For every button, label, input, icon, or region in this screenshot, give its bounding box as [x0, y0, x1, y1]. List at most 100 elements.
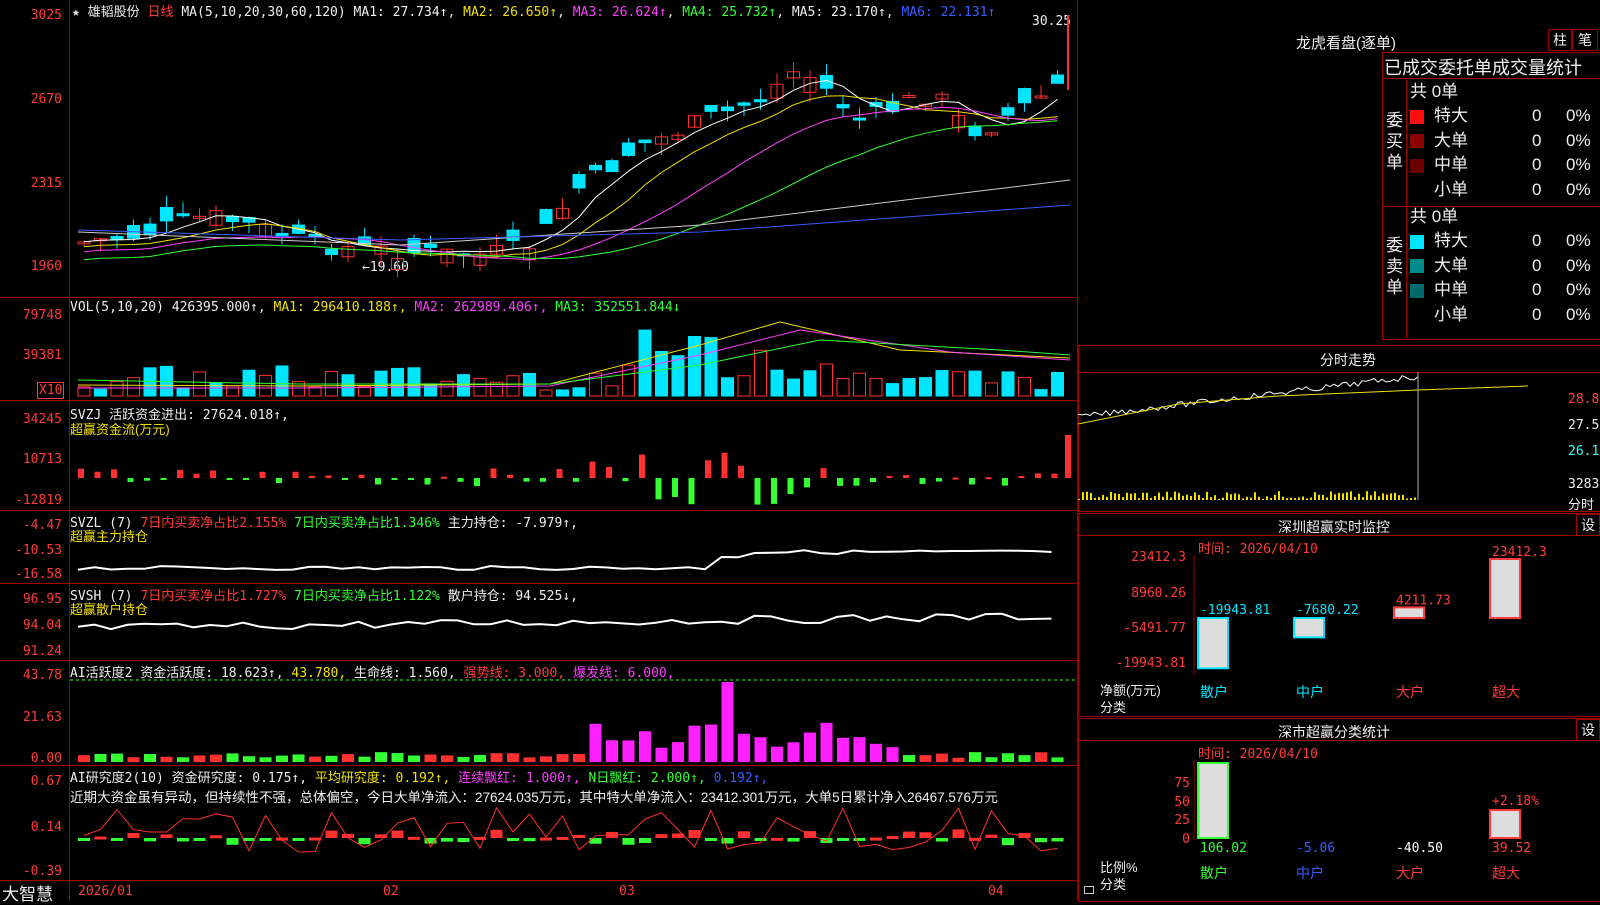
volume-bar	[572, 387, 586, 397]
candle-body	[160, 206, 173, 222]
intraday-chart[interactable]	[1078, 372, 1548, 510]
svzj-bar	[408, 478, 414, 480]
ai-active-bar	[292, 754, 305, 762]
candle-body	[506, 229, 520, 241]
volume-bar	[671, 355, 685, 397]
ai-active-bar	[111, 753, 123, 762]
intraday-vol-bar	[1094, 497, 1096, 500]
intraday-vol-bar	[1306, 498, 1308, 500]
ai-active-bar	[276, 755, 288, 762]
sz-axis-tick: 8960.26	[1131, 586, 1186, 601]
ai-active-bar	[424, 754, 437, 762]
intraday-price-line	[1078, 375, 1419, 417]
color-swatch-icon	[1410, 259, 1424, 274]
candle-body	[968, 125, 982, 137]
svzj-bar	[358, 474, 365, 478]
intraday-vol-bar	[1266, 496, 1268, 500]
svzj-bar	[309, 475, 315, 478]
sz-monitor-chart: 23412.3 8960.26 -5491.77 -19943.81 -19943.81…	[1116, 545, 1547, 700]
sc-bar	[1489, 809, 1521, 839]
volume-bar	[820, 363, 833, 397]
intraday-vol-bar	[1102, 494, 1104, 500]
intraday-vol-bar	[1274, 494, 1276, 500]
intraday-vol-bar	[1314, 492, 1316, 500]
intraday-vol-bar	[1082, 492, 1084, 500]
pen-mode-button[interactable]: 笔	[1572, 29, 1598, 51]
buy-row: 大单 0 0%	[1410, 129, 1600, 153]
intraday-vol-bar	[1350, 491, 1352, 500]
sz-axis-tick: -19943.81	[1116, 656, 1186, 671]
sc-category-label: 大户	[1396, 865, 1424, 881]
intraday-vol-bar	[1250, 497, 1252, 500]
svzj-bar	[276, 478, 282, 484]
kline-chart-canvas[interactable]	[0, 0, 1078, 900]
chart-area[interactable]: ★ 雄韬股份 日线 MA(5,10,20,30,60,120) MA1: 27.…	[0, 0, 1094, 904]
svzj-bar	[820, 468, 827, 478]
ai-research-bar	[787, 838, 800, 842]
intraday-vol-bar	[1234, 493, 1236, 500]
intraday-vol-bar	[1270, 497, 1272, 500]
intraday-vol-bar	[1154, 495, 1156, 500]
intraday-vol-bar	[1122, 497, 1124, 500]
ai-active-bar	[589, 723, 602, 762]
ai-research-bar	[540, 837, 552, 841]
svzj-bar	[1035, 473, 1041, 478]
intraday-vol-bar	[1214, 495, 1216, 500]
buy-total: 共 0单	[1410, 82, 1459, 101]
ai-active-bar	[672, 742, 684, 762]
svzj-bar	[474, 478, 480, 487]
volume-bar	[110, 380, 124, 397]
intraday-vol-bar	[1190, 496, 1192, 500]
svzj-bar	[540, 478, 546, 482]
sell-row-count: 0	[1532, 255, 1542, 275]
intraday-vol-bar	[1230, 494, 1232, 500]
buy-row: 特大 0 0%	[1410, 104, 1600, 128]
ai-active-bar	[507, 753, 519, 762]
ai-active-bar	[127, 757, 140, 762]
sz-bar	[1489, 558, 1521, 619]
intraday-vol-bar	[1414, 497, 1416, 500]
intraday-vol-bar	[1226, 492, 1228, 500]
ai-active-bar	[375, 752, 387, 762]
sell-row-pct: 0%	[1566, 255, 1591, 275]
sell-row: 大单 0 0%	[1410, 254, 1600, 278]
bar-mode-button[interactable]: 柱	[1548, 29, 1572, 51]
intraday-axis-label: 32838	[1568, 477, 1600, 492]
sc-bar	[1197, 762, 1229, 839]
intraday-vol-bar	[1390, 493, 1392, 500]
ai-active-bar	[606, 740, 618, 762]
svzj-bar	[523, 478, 530, 482]
sc-category-label: 超大	[1492, 865, 1520, 881]
candle-body	[589, 164, 602, 171]
svzj-bar	[804, 478, 810, 488]
sz-category-label: 中户	[1296, 684, 1324, 700]
candle-body	[704, 104, 718, 112]
ai-research-bar	[853, 838, 866, 842]
ai-research-bar	[160, 834, 173, 838]
ai-active-bar	[540, 756, 552, 762]
sc-settings-button[interactable]: 设	[1576, 719, 1600, 741]
volume-bar	[1034, 389, 1048, 397]
sell-row-name: 中单	[1434, 280, 1468, 299]
candle-body	[1001, 107, 1015, 116]
ai-research-bar	[177, 838, 189, 842]
ai-active-bar	[523, 757, 536, 762]
intraday-vol-bar	[1186, 494, 1188, 500]
volume-bar	[803, 370, 817, 397]
intraday-vol-bar	[1334, 494, 1336, 500]
intraday-vol-bar	[1086, 491, 1088, 500]
intraday-vol-bar	[1282, 496, 1284, 500]
ai-research-bar	[903, 831, 915, 838]
intraday-vol-bar	[1290, 497, 1292, 500]
candle-body	[226, 215, 239, 223]
candle-body	[853, 117, 866, 121]
ai-active-bar	[342, 754, 354, 762]
intraday-vol-bar	[1358, 493, 1360, 500]
volume-bar	[209, 382, 223, 397]
intraday-vol-bar	[1326, 497, 1328, 500]
sz-settings-button[interactable]: 设	[1576, 514, 1600, 536]
intraday-vol-bar	[1346, 492, 1348, 500]
ai-active-bar	[1018, 755, 1031, 762]
svzj-bar	[144, 478, 150, 481]
intraday-vol-bar	[1382, 493, 1384, 500]
